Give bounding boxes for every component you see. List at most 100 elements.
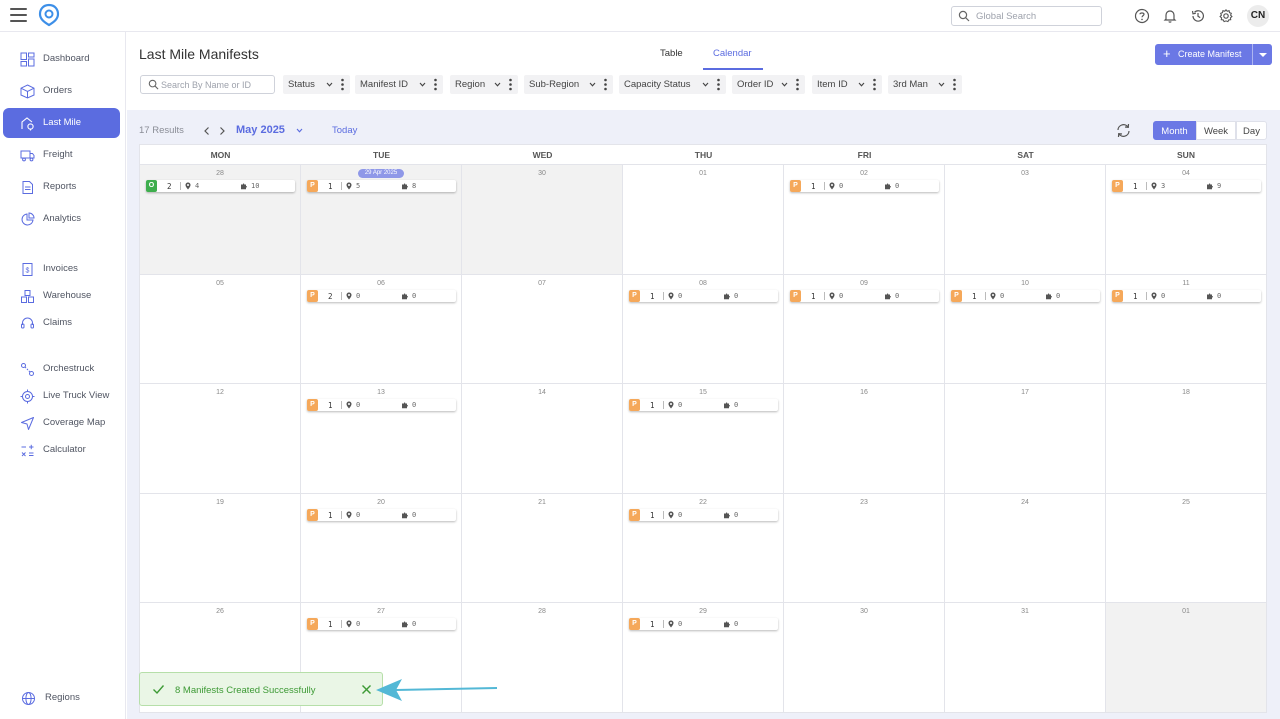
calendar-day-cell[interactable]: 24 [945,494,1106,603]
more-vertical-icon[interactable] [604,78,607,91]
global-search[interactable] [951,6,1102,26]
calendar-day-cell[interactable]: 30 [784,603,945,712]
more-vertical-icon[interactable] [434,78,437,91]
filter-capacity-status[interactable]: Capacity Status [619,75,726,94]
manifest-search-input[interactable] [161,77,271,92]
help-icon[interactable] [1134,8,1150,24]
sidebar-item-claims[interactable]: Claims [3,308,120,338]
calendar-day-cell[interactable]: 28 O 2 4 10 [140,165,301,275]
more-vertical-icon[interactable] [509,78,512,91]
calendar-day-cell[interactable]: 17 [945,384,1106,494]
calendar-day-cell[interactable]: 29 P 1 0 0 [623,603,784,712]
filter-region[interactable]: Region [450,75,518,94]
sidebar-item-live-truck-view[interactable]: Live Truck View [3,381,120,411]
manifest-chip[interactable]: P 1 0 0 [307,399,456,411]
calendar-day-cell[interactable]: 08 P 1 0 0 [623,275,784,384]
calendar-day-cell[interactable]: 09 P 1 0 0 [784,275,945,384]
calendar-day-cell[interactable]: 23 [784,494,945,603]
manifest-chip[interactable]: P 1 0 0 [629,618,778,630]
manifest-chip[interactable]: P 1 0 0 [629,399,778,411]
app-logo-icon[interactable] [38,3,60,27]
sidebar-item-invoices[interactable]: $ Invoices [3,254,120,284]
gear-icon[interactable] [1218,8,1234,24]
close-icon[interactable] [361,684,372,695]
calendar-day-cell[interactable]: 02 P 1 0 0 [784,165,945,275]
filter-status[interactable]: Status [283,75,350,94]
calendar-day-cell[interactable]: 21 [462,494,623,603]
sidebar-item-warehouse[interactable]: Warehouse [3,281,120,311]
manifest-chip[interactable]: P 1 3 9 [1112,180,1261,192]
calendar-day-cell[interactable]: 25 [1106,494,1266,603]
bell-icon[interactable] [1162,8,1178,24]
calendar-day-cell[interactable]: 01 [623,165,784,275]
sidebar-item-last-mile[interactable]: Last Mile [3,108,120,138]
manifest-chip[interactable]: P 1 0 0 [629,509,778,521]
calendar-day-cell[interactable]: 31 [945,603,1106,712]
tab-calendar[interactable]: Calendar [713,48,752,59]
chevron-right-icon[interactable] [217,125,227,137]
calendar-day-cell[interactable]: 04 P 1 3 9 [1106,165,1266,275]
calendar-day-cell[interactable]: 19 [140,494,301,603]
filter-3rd-man[interactable]: 3rd Man [888,75,962,94]
sidebar-item-regions[interactable]: Regions [3,683,120,713]
calendar-day-cell[interactable]: 22 P 1 0 0 [623,494,784,603]
manifest-search[interactable] [140,75,275,94]
manifest-chip[interactable]: P 1 0 0 [790,290,939,302]
calendar-day-cell[interactable]: 07 [462,275,623,384]
more-vertical-icon[interactable] [796,78,799,91]
filter-manifest-id[interactable]: Manifest ID [355,75,443,94]
sidebar-item-freight[interactable]: Freight [3,140,120,170]
refresh-icon[interactable] [1115,122,1132,139]
calendar-day-cell[interactable]: 11 P 1 0 0 [1106,275,1266,384]
create-manifest-button[interactable]: + Create Manifest [1155,44,1272,65]
view-week-button[interactable]: Week [1196,121,1236,140]
today-button[interactable]: Today [332,125,357,136]
filter-item-id[interactable]: Item ID [812,75,882,94]
manifest-chip[interactable]: P 1 0 0 [307,618,456,630]
sidebar-item-dashboard[interactable]: Dashboard [3,44,120,74]
manifest-chip[interactable]: P 1 0 0 [307,509,456,521]
manifest-chip[interactable]: P 1 5 8 [307,180,456,192]
calendar-day-cell[interactable]: 01 [1106,603,1266,712]
manifest-chip[interactable]: P 1 0 0 [790,180,939,192]
calendar-day-cell[interactable]: 06 P 2 0 0 [301,275,462,384]
month-label[interactable]: May 2025 [236,124,285,136]
manifest-chip[interactable]: P 1 0 0 [629,290,778,302]
calendar-day-cell[interactable]: 29 Apr 2025 P 1 5 8 [301,165,462,275]
sidebar-item-reports[interactable]: Reports [3,172,120,202]
manifest-chip[interactable]: P 1 0 0 [1112,290,1261,302]
global-search-input[interactable] [976,8,1096,24]
calendar-day-cell[interactable]: 16 [784,384,945,494]
more-vertical-icon[interactable] [873,78,876,91]
sidebar-item-orders[interactable]: Orders [3,76,120,106]
caret-down-icon[interactable] [1259,53,1267,57]
manifest-chip[interactable]: P 2 0 0 [307,290,456,302]
calendar-day-cell[interactable]: 13 P 1 0 0 [301,384,462,494]
calendar-day-cell[interactable]: 18 [1106,384,1266,494]
view-month-button[interactable]: Month [1153,121,1196,140]
calendar-day-cell[interactable]: 05 [140,275,301,384]
calendar-day-cell[interactable]: 14 [462,384,623,494]
calendar-day-cell[interactable]: 03 [945,165,1106,275]
chevron-down-icon[interactable] [296,128,303,133]
calendar-day-cell[interactable]: 12 [140,384,301,494]
tab-table[interactable]: Table [660,48,683,59]
sidebar-item-orchestruck[interactable]: Orchestruck [3,354,120,384]
filter-sub-region[interactable]: Sub-Region [524,75,613,94]
calendar-day-cell[interactable]: 10 P 1 0 0 [945,275,1106,384]
manifest-chip[interactable]: O 2 4 10 [146,180,295,192]
filter-order-id[interactable]: Order ID [732,75,805,94]
calendar-day-cell[interactable]: 20 P 1 0 0 [301,494,462,603]
chevron-left-icon[interactable] [202,125,212,137]
sidebar-item-coverage-map[interactable]: Coverage Map [3,408,120,438]
more-vertical-icon[interactable] [717,78,720,91]
hamburger-menu-icon[interactable] [10,8,27,22]
view-day-button[interactable]: Day [1236,121,1267,140]
calendar-day-cell[interactable]: 15 P 1 0 0 [623,384,784,494]
more-vertical-icon[interactable] [953,78,956,91]
user-avatar[interactable]: CN [1247,5,1269,27]
sidebar-item-analytics[interactable]: Analytics [3,204,120,234]
sidebar-item-calculator[interactable]: Calculator [3,435,120,465]
history-icon[interactable] [1190,8,1206,24]
manifest-chip[interactable]: P 1 0 0 [951,290,1100,302]
